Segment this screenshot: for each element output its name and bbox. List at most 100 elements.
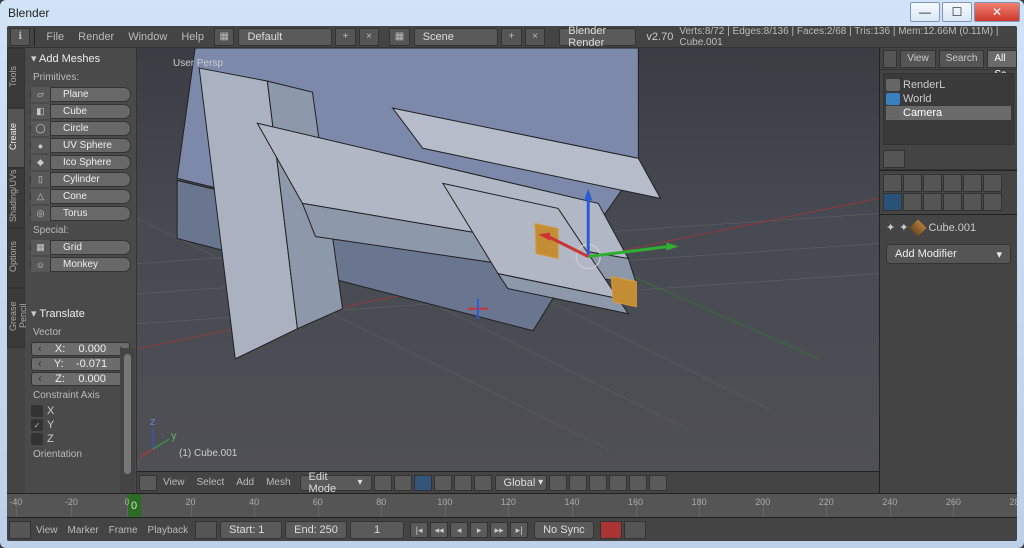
tool-tab-create[interactable]: Create bbox=[7, 108, 25, 168]
viewport-menu-add[interactable]: Add bbox=[230, 477, 260, 488]
viewport-menu-mesh[interactable]: Mesh bbox=[260, 477, 296, 488]
mesh-uvsphere-button[interactable]: ●UV Sphere bbox=[30, 138, 131, 153]
limit-sel-icon[interactable] bbox=[474, 475, 492, 491]
jump-to-end-button[interactable]: ▸| bbox=[510, 522, 528, 538]
orientation-select[interactable]: Global ▾ bbox=[495, 475, 547, 491]
end-frame-input[interactable]: End: 250 bbox=[285, 521, 347, 539]
editor-type-icon[interactable]: ℹ bbox=[10, 28, 30, 46]
play-button[interactable]: ▸ bbox=[470, 522, 488, 538]
sel-vertex-icon[interactable] bbox=[414, 475, 432, 491]
keyframe-next-button[interactable]: ▸▸ bbox=[490, 522, 508, 538]
mesh-cylinder-button[interactable]: ▯Cylinder bbox=[30, 172, 131, 187]
timeline-menu-marker[interactable]: Marker bbox=[63, 525, 104, 536]
keying-set-icon[interactable] bbox=[624, 521, 646, 539]
add-meshes-header[interactable]: Add Meshes bbox=[25, 48, 136, 69]
translate-header[interactable]: Translate bbox=[25, 303, 136, 324]
constraint-z-checkbox[interactable] bbox=[31, 433, 43, 445]
3d-viewport[interactable]: z y User Persp (1) Cube.001 View Select … bbox=[137, 48, 879, 493]
use-preview-range-icon[interactable] bbox=[195, 521, 217, 539]
vector-x[interactable]: ‹X:0.000› bbox=[31, 342, 130, 356]
outliner-menu-view[interactable]: View bbox=[900, 50, 936, 68]
jump-to-start-button[interactable]: |◂ bbox=[410, 522, 428, 538]
menu-help[interactable]: Help bbox=[174, 31, 211, 43]
play-reverse-button[interactable]: ◂ bbox=[450, 522, 468, 538]
shading-icon[interactable] bbox=[374, 475, 392, 491]
menu-file[interactable]: File bbox=[39, 31, 71, 43]
mesh-cone-button[interactable]: △Cone bbox=[30, 189, 131, 204]
outliner-item[interactable]: Camera bbox=[886, 106, 1011, 120]
timeline-menu-playback[interactable]: Playback bbox=[143, 525, 194, 536]
prop-tab-material[interactable] bbox=[923, 193, 942, 211]
constraint-y-checkbox[interactable]: ✓ bbox=[31, 419, 43, 431]
screen-layout-add-icon[interactable]: + bbox=[335, 28, 355, 46]
outliner-item[interactable]: World bbox=[886, 92, 1011, 106]
prop-tab-particles[interactable] bbox=[963, 193, 982, 211]
render-engine-select[interactable]: Blender Render bbox=[559, 28, 636, 46]
mesh-plane-button[interactable]: ▱Plane bbox=[30, 87, 131, 102]
menu-render[interactable]: Render bbox=[71, 31, 121, 43]
prop-tab-texture[interactable] bbox=[943, 193, 962, 211]
sel-edge-icon[interactable] bbox=[434, 475, 452, 491]
tool-tab-tools[interactable]: Tools bbox=[7, 48, 25, 108]
timeline-menu-view[interactable]: View bbox=[31, 525, 63, 536]
start-frame-input[interactable]: Start: 1 bbox=[220, 521, 282, 539]
outliner-item[interactable]: RenderL bbox=[886, 78, 1011, 92]
scene-remove-icon[interactable]: × bbox=[525, 28, 545, 46]
prop-tab-world[interactable] bbox=[943, 174, 962, 192]
timeline-editor-icon[interactable] bbox=[9, 521, 31, 539]
screen-layout-select[interactable]: Default bbox=[238, 28, 332, 46]
maximize-button[interactable]: ☐ bbox=[942, 2, 972, 22]
mesh-monkey-button[interactable]: ☺Monkey bbox=[30, 257, 131, 272]
manip-icon-2[interactable] bbox=[569, 475, 587, 491]
mesh-grid-button[interactable]: ▦Grid bbox=[30, 240, 131, 255]
editor-type-3dview-icon[interactable] bbox=[139, 475, 157, 491]
mesh-circle-button[interactable]: ◯Circle bbox=[30, 121, 131, 136]
titlebar[interactable]: Blender — ☐ ✕ bbox=[0, 0, 1024, 26]
prop-tab-scene[interactable] bbox=[923, 174, 942, 192]
mode-select[interactable]: Edit Mode ▾ bbox=[300, 475, 372, 491]
constraint-x-checkbox[interactable] bbox=[31, 405, 43, 417]
prop-tab-object[interactable] bbox=[963, 174, 982, 192]
screen-layout-remove-icon[interactable]: × bbox=[359, 28, 379, 46]
mesh-icosphere-button[interactable]: ◆Ico Sphere bbox=[30, 155, 131, 170]
prop-tab-constraints[interactable] bbox=[983, 174, 1002, 192]
scene-browse-icon[interactable]: ▦ bbox=[389, 28, 409, 46]
prop-tab-renderlayers[interactable] bbox=[903, 174, 922, 192]
manip-icon-1[interactable] bbox=[549, 475, 567, 491]
screen-layout-browse-icon[interactable]: ▦ bbox=[214, 28, 234, 46]
pivot-icon[interactable] bbox=[394, 475, 412, 491]
manip-icon-3[interactable] bbox=[589, 475, 607, 491]
snap-icon[interactable] bbox=[629, 475, 647, 491]
prop-tab-data[interactable] bbox=[903, 193, 922, 211]
outliner[interactable]: RenderL World Camera bbox=[883, 73, 1014, 145]
prop-tab-render[interactable] bbox=[883, 174, 902, 192]
vector-y[interactable]: ‹Y:-0.071› bbox=[31, 357, 130, 371]
tool-tab-shading-uvs[interactable]: Shading/UVs bbox=[7, 168, 25, 228]
close-button[interactable]: ✕ bbox=[974, 2, 1020, 22]
timeline-menu-frame[interactable]: Frame bbox=[104, 525, 143, 536]
vector-z[interactable]: ‹Z:0.000› bbox=[31, 372, 130, 386]
props-editor-icon[interactable] bbox=[883, 150, 905, 168]
layers-icon[interactable] bbox=[609, 475, 627, 491]
tool-tab-grease-pencil[interactable]: Grease Pencil bbox=[7, 288, 25, 348]
prop-tab-modifiers[interactable] bbox=[883, 193, 902, 211]
menu-window[interactable]: Window bbox=[121, 31, 174, 43]
keyframe-prev-button[interactable]: ◂◂ bbox=[430, 522, 448, 538]
outliner-display-mode[interactable]: All Sc bbox=[987, 50, 1017, 68]
viewport-menu-view[interactable]: View bbox=[157, 477, 191, 488]
outliner-menu-search[interactable]: Search bbox=[939, 50, 985, 68]
tool-tab-options[interactable]: Options bbox=[7, 228, 25, 288]
auto-keyframe-button[interactable] bbox=[600, 521, 622, 539]
mesh-torus-button[interactable]: ◎Torus bbox=[30, 206, 131, 221]
current-frame-input[interactable]: 1 bbox=[350, 521, 404, 539]
scrollbar-thumb[interactable] bbox=[124, 354, 131, 474]
timeline-ruler[interactable]: 0 -40-2002040608010012014016018020022024… bbox=[7, 494, 1017, 518]
sync-mode-select[interactable]: No Sync bbox=[534, 521, 594, 539]
minimize-button[interactable]: — bbox=[910, 2, 940, 22]
add-modifier-button[interactable]: Add Modifier▾ bbox=[886, 244, 1011, 264]
viewport-menu-select[interactable]: Select bbox=[191, 477, 231, 488]
toolshelf-scrollbar[interactable] bbox=[120, 348, 135, 493]
scene-select[interactable]: Scene bbox=[414, 28, 499, 46]
prop-tab-physics[interactable] bbox=[983, 193, 1002, 211]
sel-face-icon[interactable] bbox=[454, 475, 472, 491]
